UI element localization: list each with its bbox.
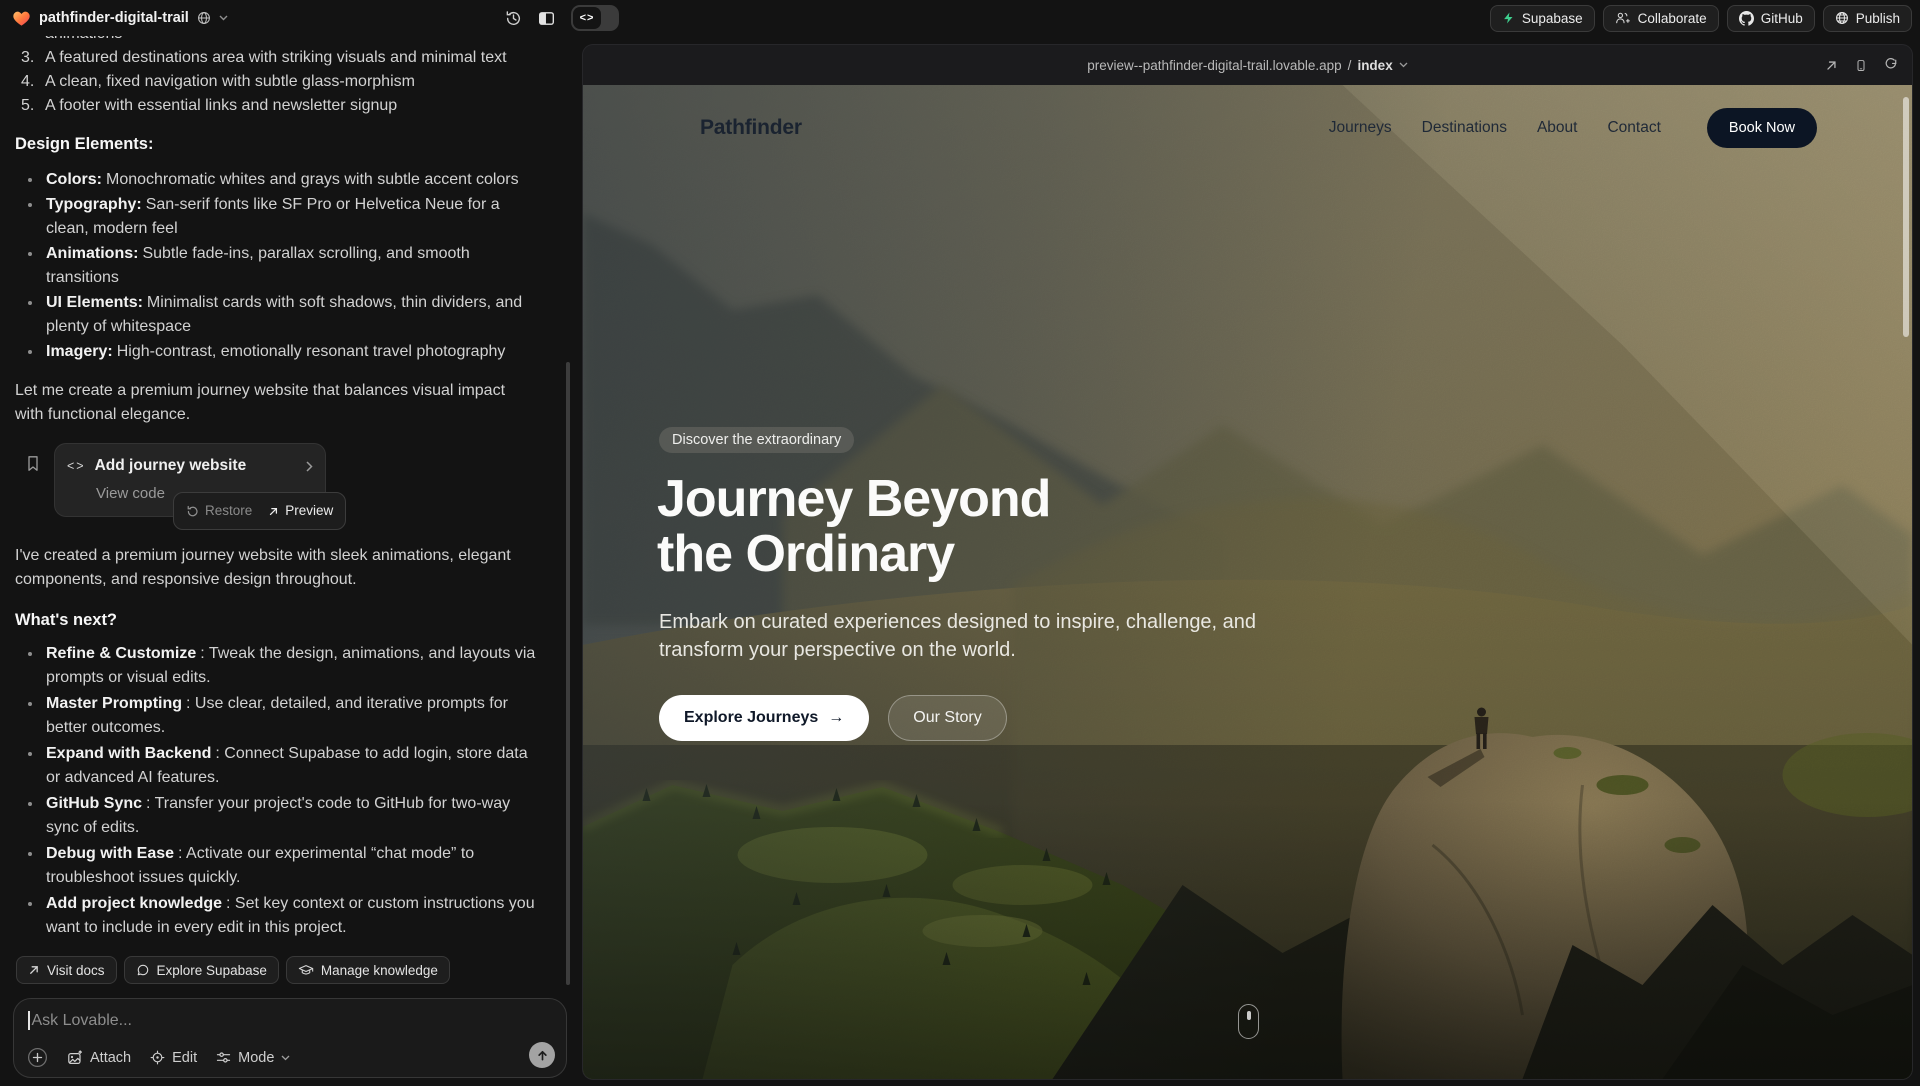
list-item: 3. A featured destinations area with str… bbox=[15, 46, 536, 70]
nav-link-about[interactable]: About bbox=[1537, 119, 1578, 137]
visit-docs-button[interactable]: Visit docs bbox=[16, 956, 117, 984]
site-nav-links: Journeys Destinations About Contact Book… bbox=[1329, 108, 1817, 148]
hero-badge: Discover the extraordinary bbox=[659, 427, 854, 453]
site-logo[interactable]: Pathfinder bbox=[700, 116, 802, 140]
nav-link-journeys[interactable]: Journeys bbox=[1329, 119, 1392, 137]
open-external-button[interactable] bbox=[1825, 59, 1838, 72]
list-item: Colors:Monochromatic whites and grays wi… bbox=[15, 168, 536, 192]
site-viewport: Pathfinder Journeys Destinations About C… bbox=[583, 85, 1912, 1079]
globe-icon bbox=[197, 11, 211, 25]
result-paragraph: I've created a premium journey website w… bbox=[15, 544, 536, 592]
hero-subtitle: Embark on curated experiences designed t… bbox=[659, 609, 1259, 664]
github-icon bbox=[1739, 11, 1754, 26]
chat-messages[interactable]: animations 3. A featured destinations ar… bbox=[0, 36, 573, 946]
history-icon bbox=[505, 10, 522, 27]
list-item: GitHub Sync: Transfer your project's cod… bbox=[15, 792, 536, 840]
whats-next-list: Refine & Customize: Tweak the design, an… bbox=[15, 642, 536, 942]
action-card-title: Add journey website bbox=[95, 454, 247, 478]
attach-button[interactable]: Attach bbox=[67, 1050, 131, 1066]
intro-paragraph: Let me create a premium journey website … bbox=[15, 379, 536, 427]
lovable-heart-logo bbox=[12, 10, 31, 27]
design-elements-list: Colors:Monochromatic whites and grays wi… bbox=[15, 168, 536, 365]
collaborate-button[interactable]: Collaborate bbox=[1603, 5, 1719, 32]
design-elements-heading: Design Elements: bbox=[15, 132, 536, 156]
supabase-bolt-icon bbox=[1502, 11, 1515, 25]
target-icon bbox=[150, 1050, 165, 1065]
github-button[interactable]: GitHub bbox=[1727, 5, 1815, 32]
list-item: Master Prompting: Use clear, detailed, a… bbox=[15, 692, 536, 740]
chevron-down-icon bbox=[281, 1055, 290, 1061]
site-header: Pathfinder Journeys Destinations About C… bbox=[700, 108, 1817, 148]
add-button[interactable] bbox=[27, 1047, 48, 1068]
code-icon: <> bbox=[67, 454, 86, 478]
send-button[interactable] bbox=[529, 1042, 555, 1068]
refresh-button[interactable] bbox=[1884, 58, 1898, 72]
list-item: Animations:Subtle fade-ins, parallax scr… bbox=[15, 242, 536, 290]
restore-preview-pill: Restore Preview bbox=[173, 492, 346, 530]
explore-supabase-button[interactable]: Explore Supabase bbox=[124, 956, 279, 984]
publish-button[interactable]: Publish bbox=[1823, 5, 1912, 32]
restore-button[interactable]: Restore bbox=[186, 499, 252, 523]
action-card-add-journey-website[interactable]: <> Add journey website View code Restore bbox=[54, 443, 326, 517]
image-upload-icon bbox=[67, 1050, 83, 1066]
device-toggle-button[interactable] bbox=[1855, 58, 1867, 73]
edit-button[interactable]: Edit bbox=[150, 1050, 197, 1066]
chevron-down-icon bbox=[1399, 62, 1408, 68]
project-name: pathfinder-digital-trail bbox=[39, 10, 189, 26]
restore-icon bbox=[186, 505, 199, 518]
list-item: Expand with Backend: Connect Supabase to… bbox=[15, 742, 536, 790]
list-item: Typography:San-serif fonts like SF Pro o… bbox=[15, 193, 536, 241]
code-preview-toggle[interactable]: <> bbox=[571, 5, 619, 31]
list-item: UI Elements:Minimalist cards with soft s… bbox=[15, 291, 536, 339]
sliders-icon bbox=[216, 1050, 231, 1065]
panel-icon bbox=[538, 10, 555, 27]
publish-globe-icon bbox=[1835, 11, 1849, 25]
list-item: Refine & Customize: Tweak the design, an… bbox=[15, 642, 536, 690]
supabase-button[interactable]: Supabase bbox=[1490, 5, 1595, 32]
manage-knowledge-button[interactable]: Manage knowledge bbox=[286, 956, 450, 984]
nav-link-destinations[interactable]: Destinations bbox=[1422, 119, 1507, 137]
arrow-up-icon bbox=[536, 1049, 549, 1062]
our-story-button[interactable]: Our Story bbox=[888, 695, 1006, 741]
preview-page-selector[interactable]: index bbox=[1357, 58, 1392, 73]
code-icon[interactable]: <> bbox=[573, 7, 601, 29]
hero-headline: Journey Beyondthe Ordinary bbox=[657, 472, 1050, 582]
book-now-button[interactable]: Book Now bbox=[1707, 108, 1817, 148]
arrow-up-right-icon bbox=[28, 964, 40, 976]
sidebar-toggle-button[interactable] bbox=[538, 10, 555, 27]
preview-button[interactable]: Preview bbox=[268, 499, 333, 523]
chat-footer-chips: Visit docs Explore Supabase Manage knowl… bbox=[0, 946, 573, 998]
graduation-cap-icon bbox=[298, 964, 314, 977]
nav-link-contact[interactable]: Contact bbox=[1607, 119, 1660, 137]
chevron-right-icon bbox=[306, 461, 313, 472]
clipped-line: animations bbox=[45, 36, 536, 46]
history-button[interactable] bbox=[505, 10, 522, 27]
chat-composer[interactable]: Ask Lovable... Attach bbox=[13, 998, 567, 1078]
project-menu[interactable]: pathfinder-digital-trail bbox=[12, 10, 228, 27]
arrow-up-right-icon bbox=[268, 506, 279, 517]
app-topbar: pathfinder-digital-trail <> bbox=[0, 0, 1920, 36]
preview-pane: preview--pathfinder-digital-trail.lovabl… bbox=[583, 45, 1912, 1079]
chat-scrollbar[interactable] bbox=[566, 362, 570, 985]
list-item: Add project knowledge: Set key context o… bbox=[15, 892, 536, 940]
bookmark-icon[interactable] bbox=[25, 455, 41, 472]
chevron-down-icon bbox=[219, 15, 228, 21]
chat-input[interactable]: Ask Lovable... bbox=[28, 1011, 552, 1030]
text-caret bbox=[28, 1011, 30, 1030]
preview-url[interactable]: preview--pathfinder-digital-trail.lovabl… bbox=[1087, 58, 1407, 73]
whats-next-heading: What's next? bbox=[15, 608, 536, 632]
explore-journeys-button[interactable]: Explore Journeys → bbox=[659, 695, 869, 741]
preview-toolbar: preview--pathfinder-digital-trail.lovabl… bbox=[583, 45, 1912, 85]
scroll-indicator-mouse-icon bbox=[1238, 1004, 1259, 1039]
chat-panel: animations 3. A featured destinations ar… bbox=[0, 36, 573, 1086]
list-item: 4. A clean, fixed navigation with subtle… bbox=[15, 70, 536, 94]
list-item: Debug with Ease: Activate our experiment… bbox=[15, 842, 536, 890]
chat-bubble-icon bbox=[136, 963, 150, 977]
people-plus-icon bbox=[1615, 11, 1631, 25]
list-item: Imagery:High-contrast, emotionally reson… bbox=[15, 340, 536, 364]
mode-selector[interactable]: Mode bbox=[216, 1050, 290, 1066]
site-scrollbar[interactable] bbox=[1903, 97, 1909, 337]
list-item: 5. A footer with essential links and new… bbox=[15, 94, 536, 118]
arrow-right-icon: → bbox=[828, 709, 844, 727]
